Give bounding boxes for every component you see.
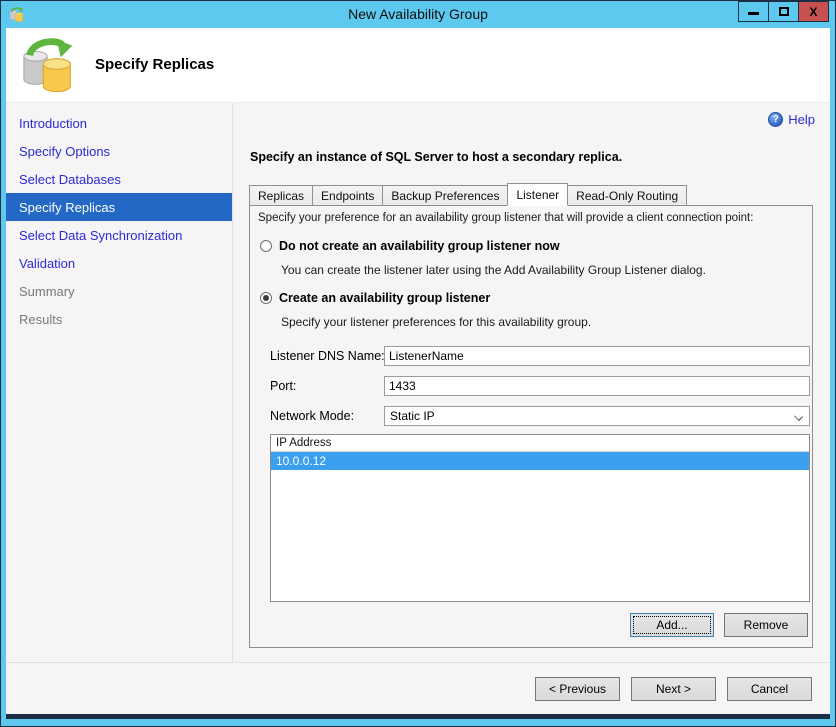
maximize-button[interactable] [768, 1, 799, 22]
help-icon: ? [768, 112, 784, 127]
titlebar: New Availability Group X [1, 1, 835, 28]
window-title: New Availability Group [348, 6, 488, 22]
close-button[interactable]: X [798, 1, 829, 22]
help-label: Help [788, 112, 815, 127]
radio-create-listener[interactable]: Create an availability group listener [260, 291, 490, 305]
replica-tabs: Replicas Endpoints Backup Preferences Li… [249, 183, 688, 206]
radio-no-listener-description: You can create the listener later using … [281, 263, 706, 277]
radio-create-listener-icon[interactable] [260, 292, 272, 304]
dns-name-input[interactable] [384, 346, 810, 366]
tab-endpoints[interactable]: Endpoints [312, 185, 384, 205]
wizard-middle: Introduction Specify Options Select Data… [6, 103, 830, 662]
network-mode-value: Static IP [390, 409, 435, 423]
dns-name-label: Listener DNS Name: [270, 349, 385, 363]
window-controls: X [738, 1, 829, 22]
chevron-down-icon [794, 412, 803, 421]
radio-create-listener-label[interactable]: Create an availability group listener [279, 291, 490, 305]
maximize-icon [778, 7, 789, 16]
wizard-footer: < Previous Next > Cancel [6, 662, 830, 714]
radio-no-listener-icon[interactable] [260, 240, 272, 252]
wizard-header: Specify Replicas [6, 28, 830, 103]
cancel-button[interactable]: Cancel [727, 676, 812, 701]
listener-intro-text: Specify your preference for an availabil… [258, 212, 754, 224]
help-link[interactable]: ? Help [768, 112, 815, 127]
tab-replicas[interactable]: Replicas [249, 185, 314, 205]
wizard-steps-sidebar: Introduction Specify Options Select Data… [6, 103, 233, 662]
sidebar-item-results: Results [19, 311, 63, 327]
ip-address-column-header: IP Address [271, 435, 809, 452]
sidebar-item-select-data-synchronization[interactable]: Select Data Synchronization [6, 221, 232, 249]
page-instruction: Specify an instance of SQL Server to hos… [250, 150, 623, 164]
sidebar-item-select-databases[interactable]: Select Databases [6, 165, 232, 193]
network-mode-label: Network Mode: [270, 409, 355, 423]
radio-create-listener-description: Specify your listener preferences for th… [281, 315, 592, 329]
tab-listener[interactable]: Listener [507, 183, 569, 206]
window-bottom-accent [6, 714, 830, 719]
dialog-body: Specify Replicas Introduction Specify Op… [6, 28, 830, 714]
add-button[interactable]: Add... [630, 613, 714, 637]
replicas-database-icon [23, 38, 73, 93]
dialog-window: New Availability Group X Specify Replica… [0, 0, 836, 727]
page-title: Specify Replicas [95, 56, 215, 73]
minimize-icon [748, 11, 759, 15]
sidebar-item-specify-replicas[interactable]: Specify Replicas [6, 193, 232, 221]
sidebar-item-specify-options[interactable]: Specify Options [6, 137, 232, 165]
port-input[interactable] [384, 376, 810, 396]
tab-backup-preferences[interactable]: Backup Preferences [382, 185, 509, 205]
ip-address-row[interactable]: 10.0.0.12 [271, 452, 809, 470]
sidebar-item-introduction[interactable]: Introduction [6, 109, 232, 137]
next-button[interactable]: Next > [631, 676, 716, 701]
close-icon: X [809, 4, 818, 19]
radio-no-listener[interactable]: Do not create an availability group list… [260, 239, 560, 253]
radio-no-listener-label[interactable]: Do not create an availability group list… [279, 239, 560, 253]
minimize-button[interactable] [738, 1, 769, 22]
ip-address-list: IP Address 10.0.0.12 [270, 434, 810, 602]
sidebar-item-validation[interactable]: Validation [6, 249, 232, 277]
network-mode-select[interactable]: Static IP [384, 406, 810, 426]
previous-button[interactable]: < Previous [535, 676, 620, 701]
wizard-content: ? Help Specify an instance of SQL Server… [233, 103, 830, 662]
sidebar-item-summary: Summary [19, 283, 75, 299]
port-label: Port: [270, 379, 297, 393]
remove-button[interactable]: Remove [724, 613, 808, 637]
listener-tab-panel: Specify your preference for an availabil… [249, 205, 813, 648]
tab-read-only-routing[interactable]: Read-Only Routing [567, 185, 688, 205]
